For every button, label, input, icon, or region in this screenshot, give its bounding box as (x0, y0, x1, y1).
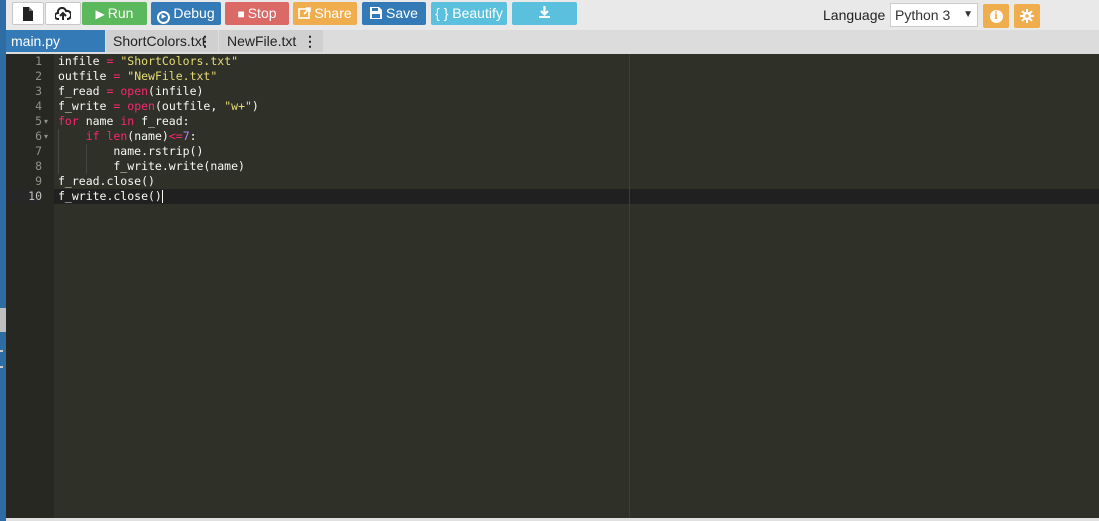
beautify-label: { } Beautify (435, 5, 503, 21)
code-line[interactable]: f_read = open(infile) (58, 84, 203, 99)
code-token: f_read.close() (58, 174, 155, 188)
run-label: Run (107, 5, 134, 21)
code-token: f_read: (134, 114, 190, 128)
code-line[interactable]: f_read.close() (58, 174, 155, 189)
code-area[interactable]: infile = "ShortColors.txt" outfile = "New… (54, 54, 1099, 521)
beautify-button[interactable]: { } Beautify (431, 2, 507, 25)
toolbar: ▶ Run ▶ Debug ■ Stop Share Save { } Beautif… (6, 0, 1099, 31)
code-token: f_read (58, 84, 107, 98)
code-line[interactable]: f_write.write(name) (58, 159, 245, 174)
fold-arrow-icon[interactable]: ▾ (44, 129, 52, 144)
code-token: f_write.close() (58, 189, 162, 203)
active-line-highlight (54, 189, 1099, 204)
download-icon (539, 6, 550, 18)
code-token: f_write.write(name) (58, 159, 245, 173)
debug-button[interactable]: ▶ Debug (151, 2, 221, 25)
settings-button[interactable] (1014, 4, 1040, 28)
code-line[interactable]: name.rstrip() (58, 144, 203, 159)
share-button[interactable]: Share (293, 2, 357, 25)
language-select[interactable]: Python 3 ▼ (890, 3, 978, 27)
share-icon (298, 7, 312, 19)
code-line[interactable]: if len(name)<=7: (58, 129, 197, 144)
line-number: 5 (35, 114, 42, 128)
info-icon: i (989, 9, 1003, 23)
language-label: Language (823, 7, 886, 23)
line-number: 10 (6, 189, 42, 204)
line-number: 1 (35, 54, 42, 68)
stop-button[interactable]: ■ Stop (225, 2, 289, 25)
line-number: 4 (35, 99, 42, 113)
line-number: 3 (35, 84, 42, 98)
tab-label: ShortColors.txt (113, 33, 206, 49)
new-file-button[interactable] (12, 2, 44, 25)
code-token: ) (251, 99, 259, 113)
code-line[interactable]: outfile = "NewFile.txt" (58, 69, 217, 84)
play-icon: ▶ (95, 7, 105, 21)
print-margin (629, 54, 630, 521)
info-button[interactable]: i (983, 4, 1009, 28)
vertical-ellipsis-icon[interactable]: ⋮ (303, 30, 317, 52)
debug-icon: ▶ (157, 11, 171, 24)
run-button[interactable]: ▶ Run (82, 2, 147, 25)
file-tab-bar: main.py ShortColors.txt ⋮ NewFile.txt ⋮ (6, 30, 1099, 54)
code-token: open (120, 84, 149, 98)
code-token: open (127, 99, 155, 113)
code-token: (infile) (148, 84, 204, 98)
upload-icon (54, 6, 73, 20)
code-token: (outfile, (154, 99, 225, 113)
new-file-icon (23, 7, 33, 21)
left-edge-mark (0, 350, 3, 352)
code-line[interactable]: f_write.close() (58, 189, 163, 204)
line-number: 6 (35, 129, 42, 143)
code-token: name (78, 114, 121, 128)
line-number: 7 (35, 144, 42, 158)
tab-label: main.py (11, 33, 61, 49)
code-line[interactable]: for name in f_read: (58, 114, 190, 129)
language-select-value: Python 3 (895, 7, 951, 23)
code-token: 7 (182, 129, 190, 143)
tab-main-py[interactable]: main.py (6, 30, 105, 52)
code-token: f_write (58, 99, 114, 113)
code-line[interactable]: f_write = open(outfile, "w+") (58, 99, 259, 114)
tab-label: NewFile.txt (227, 33, 297, 49)
download-button[interactable] (512, 2, 577, 25)
fold-arrow-icon[interactable]: ▾ (44, 114, 52, 129)
debug-label: Debug (173, 5, 215, 21)
save-icon (370, 7, 383, 19)
stop-icon: ■ (237, 7, 245, 21)
tab-shortcolors-txt[interactable]: ShortColors.txt ⋮ (106, 30, 218, 52)
code-token: (name) (127, 129, 169, 143)
vertical-ellipsis-icon[interactable]: ⋮ (198, 30, 212, 52)
code-token: infile (58, 54, 107, 68)
code-token: len (106, 129, 128, 143)
line-number: 8 (35, 159, 42, 173)
tab-newfile-txt[interactable]: NewFile.txt ⋮ (219, 30, 323, 52)
line-number: 9 (35, 174, 42, 188)
code-token: in (120, 114, 135, 128)
save-button[interactable]: Save (362, 2, 426, 25)
left-edge-mark (0, 366, 3, 368)
code-token: if (85, 129, 100, 143)
line-number: 2 (35, 69, 42, 83)
save-label: Save (386, 5, 418, 21)
code-token: "NewFile.txt" (127, 69, 218, 83)
gear-icon (1020, 9, 1034, 23)
code-line[interactable]: infile = "ShortColors.txt" (58, 54, 238, 69)
chevron-down-icon: ▼ (963, 9, 973, 20)
upload-button[interactable] (45, 2, 81, 25)
code-token: "ShortColors.txt" (120, 54, 239, 68)
share-label: Share (314, 5, 352, 21)
code-token: name.rstrip() (58, 144, 204, 158)
code-editor[interactable]: 1 2 3 4 5 ▾ 6 ▾ 7 8 9 10 infile = "ShortColors.txt"… (6, 54, 1099, 521)
text-cursor (161, 190, 163, 203)
stop-label: Stop (247, 5, 277, 21)
code-token: outfile (58, 69, 114, 83)
code-token: "w+" (224, 99, 252, 113)
code-token: for (58, 114, 79, 128)
line-number-gutter: 1 2 3 4 5 ▾ 6 ▾ 7 8 9 10 (6, 54, 54, 521)
code-token: : (189, 129, 197, 143)
code-token: <= (168, 129, 183, 143)
